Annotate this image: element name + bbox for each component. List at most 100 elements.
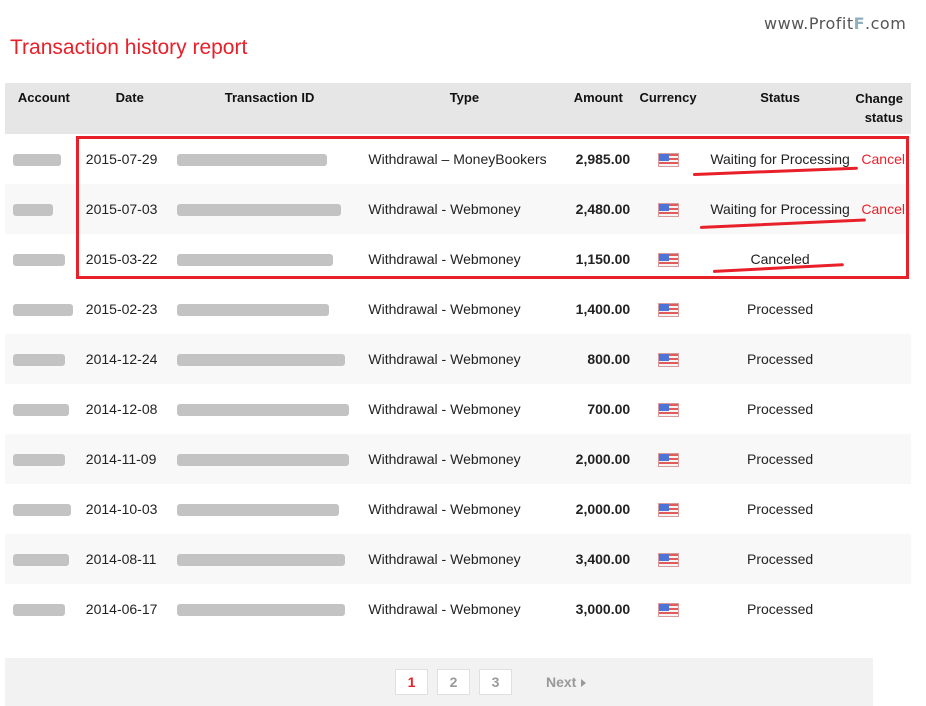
currency-cell <box>630 534 706 584</box>
change-status-cell <box>854 284 911 334</box>
date-cell: 2015-07-03 <box>85 201 158 217</box>
transaction-id-cell <box>176 584 363 634</box>
date-cell: 2015-03-22 <box>85 251 158 267</box>
redacted-account <box>13 454 65 467</box>
header-amount: Amount <box>573 90 623 105</box>
header-type: Type <box>449 90 480 105</box>
account-cell <box>5 584 83 634</box>
table-row: 2015-07-03 Withdrawal - Webmoney 2,480.00 W… <box>5 184 911 234</box>
account-cell <box>5 334 83 384</box>
change-status-cell <box>854 434 911 484</box>
amount-cell: 700.00 <box>587 401 631 417</box>
table-row: 2015-02-23 Withdrawal - Webmoney 1,400.00 P… <box>5 284 911 334</box>
date-cell: 2014-06-17 <box>85 601 158 617</box>
arrow-right-icon <box>581 679 587 688</box>
redacted-transaction-id <box>176 204 341 217</box>
page-button-1[interactable]: 1 <box>395 669 428 695</box>
type-cell: Withdrawal - Webmoney <box>368 551 521 567</box>
date-cell: 2014-10-03 <box>85 501 158 517</box>
redacted-account <box>13 554 69 567</box>
type-cell: Withdrawal - Webmoney <box>368 451 521 467</box>
currency-cell <box>630 334 706 384</box>
us-flag-icon <box>658 504 678 517</box>
transaction-id-cell <box>176 384 363 434</box>
type-cell: Withdrawal - Webmoney <box>368 201 521 217</box>
watermark-logo-letter: F <box>853 14 866 33</box>
table-row: 2014-12-08 Withdrawal - Webmoney 700.00 Pro… <box>5 384 911 434</box>
page-button-3[interactable]: 3 <box>479 669 512 695</box>
table-row: 2014-10-03 Withdrawal - Webmoney 2,000.00 P… <box>5 484 911 534</box>
type-cell: Withdrawal - Webmoney <box>368 251 521 267</box>
watermark-text: www.Profit <box>764 14 854 33</box>
amount-cell: 2,000.00 <box>575 501 631 517</box>
account-cell <box>5 284 83 334</box>
currency-cell <box>630 284 706 334</box>
amount-cell: 2,985.00 <box>575 151 631 167</box>
change-status-cell <box>854 534 911 584</box>
currency-cell <box>630 234 706 284</box>
currency-cell <box>630 484 706 534</box>
us-flag-icon <box>658 454 678 467</box>
account-cell <box>5 534 83 584</box>
change-status-cell <box>854 384 911 434</box>
status-cell: Waiting for Processing <box>710 151 850 167</box>
header-change-status: Change status <box>854 83 911 134</box>
currency-cell <box>630 184 706 234</box>
change-status-cell <box>854 234 911 284</box>
amount-cell: 3,400.00 <box>575 551 631 567</box>
header-status: Status <box>760 90 800 105</box>
currency-cell <box>630 584 706 634</box>
header-change-line2: status <box>864 110 903 125</box>
status-cell: Canceled <box>750 251 810 267</box>
table-row: 2014-08-11 Withdrawal - Webmoney 3,400.00 P… <box>5 534 911 584</box>
us-flag-icon <box>658 304 678 317</box>
currency-cell <box>630 434 706 484</box>
transaction-id-cell <box>176 434 363 484</box>
status-cell: Processed <box>747 451 814 467</box>
next-label: Next <box>546 674 577 690</box>
change-status-cell <box>854 334 911 384</box>
pagination: 1 2 3 Next <box>5 658 873 706</box>
table-row: 2014-06-17 Withdrawal - Webmoney 3,000.00 P… <box>5 584 911 634</box>
type-cell: Withdrawal - Webmoney <box>368 401 521 417</box>
cancel-link[interactable]: Cancel <box>861 151 905 167</box>
redacted-transaction-id <box>176 404 349 417</box>
account-cell <box>5 484 83 534</box>
date-cell: 2015-07-29 <box>85 151 158 167</box>
type-cell: Withdrawal - Webmoney <box>368 601 521 617</box>
redacted-account <box>13 354 65 367</box>
redacted-account <box>13 604 65 617</box>
page-button-2[interactable]: 2 <box>437 669 470 695</box>
redacted-transaction-id <box>176 454 349 467</box>
header-change-line1: Change <box>855 91 903 106</box>
currency-cell <box>630 134 706 184</box>
amount-cell: 1,400.00 <box>575 301 631 317</box>
change-status-cell: Cancel <box>854 134 911 184</box>
change-status-cell: Cancel <box>854 184 911 234</box>
cancel-link[interactable]: Cancel <box>861 201 905 217</box>
header-account: Account <box>17 90 70 105</box>
transaction-id-cell <box>176 184 363 234</box>
account-cell <box>5 184 83 234</box>
transaction-id-cell <box>176 534 363 584</box>
account-cell <box>5 234 83 284</box>
header-currency: Currency <box>639 90 697 105</box>
redacted-account <box>13 504 71 517</box>
type-cell: Withdrawal - Webmoney <box>368 351 521 367</box>
us-flag-icon <box>658 554 678 567</box>
status-cell: Processed <box>747 601 814 617</box>
redacted-transaction-id <box>176 304 329 317</box>
table-row: 2015-07-29 Withdrawal – MoneyBookers 2,985… <box>5 134 911 184</box>
us-flag-icon <box>658 154 678 167</box>
status-cell: Processed <box>747 551 814 567</box>
amount-cell: 2,480.00 <box>575 201 631 217</box>
redacted-transaction-id <box>176 604 345 617</box>
amount-cell: 3,000.00 <box>575 601 631 617</box>
status-cell: Processed <box>747 301 814 317</box>
change-status-cell <box>854 484 911 534</box>
next-page-button[interactable]: Next <box>546 674 587 690</box>
date-cell: 2014-12-24 <box>85 351 158 367</box>
transaction-id-cell <box>176 134 363 184</box>
redacted-account <box>13 404 69 417</box>
type-cell: Withdrawal - Webmoney <box>368 501 521 517</box>
